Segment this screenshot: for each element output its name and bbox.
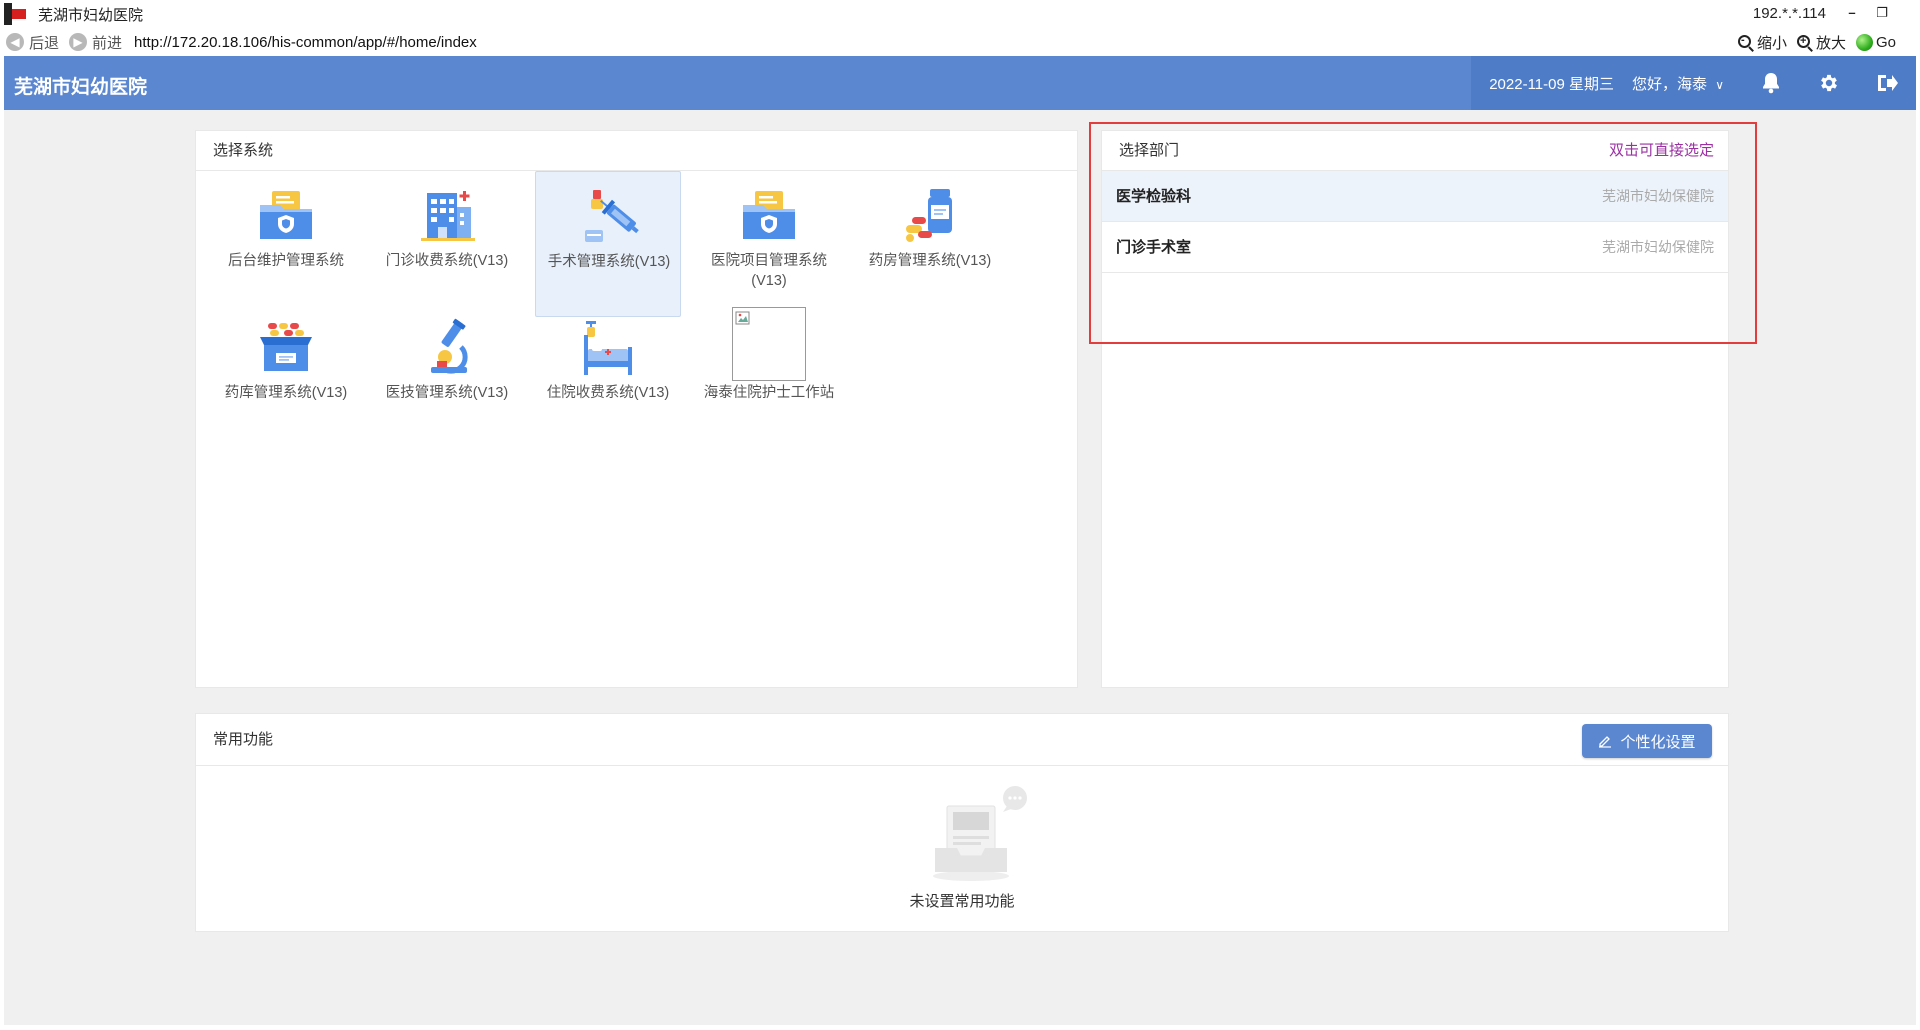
system-tile-label: 药库管理系统(V13): [224, 385, 348, 401]
system-tile-label: 药房管理系统(V13): [868, 253, 992, 269]
department-org: 芜湖市妇幼保健院: [1602, 239, 1714, 255]
system-tile-label: 门诊收费系统(V13): [385, 253, 509, 269]
logout-button[interactable]: [1858, 56, 1916, 110]
browser-nav-bar: ◀ 后退 ▶ 前进 http://172.20.18.106/his-commo…: [0, 28, 1920, 56]
system-tile-nurse-station[interactable]: 海泰住院护士工作站: [696, 303, 842, 449]
system-tile-hospital-project[interactable]: 医院项目管理系统(V13): [696, 171, 842, 317]
window-title-bar: 芜湖市妇幼医院 192.*.*.114 – ❐: [0, 0, 1920, 28]
common-functions-header: 常用功能 个性化设置: [196, 714, 1728, 766]
back-button[interactable]: ◀ 后退: [6, 32, 59, 53]
folder-shield-icon: [743, 191, 795, 239]
brand-title: 芜湖市妇幼医院: [14, 77, 148, 98]
restore-button[interactable]: ❐: [1872, 4, 1892, 22]
forward-label: 前进: [92, 34, 123, 52]
notification-button[interactable]: [1742, 56, 1800, 110]
system-tile-label: 医技管理系统(V13): [385, 385, 509, 401]
logout-icon: [1878, 75, 1898, 91]
broken-image-icon: [732, 307, 806, 381]
back-label: 后退: [29, 34, 60, 52]
system-tile-inpatient-billing[interactable]: 住院收费系统(V13): [535, 303, 681, 449]
empty-inbox-icon: [933, 786, 1027, 881]
system-panel-title: 选择系统: [196, 131, 1077, 171]
department-row[interactable]: 医学检验科 芜湖市妇幼保健院: [1102, 171, 1728, 222]
system-select-panel: 选择系统 后台维护管理系统 门诊收费系统(V13) 手术管理系统(V13) 医院…: [195, 130, 1078, 688]
window-title: 芜湖市妇幼医院: [38, 6, 144, 24]
hospital-bed-icon: [584, 321, 632, 375]
current-date: 2022-11-09 星期三: [1489, 75, 1615, 93]
medicine-box-icon: [260, 323, 312, 371]
back-arrow-icon: ◀: [6, 33, 24, 51]
department-select-panel: 选择部门 双击可直接选定 医学检验科 芜湖市妇幼保健院 门诊手术室 芜湖市妇幼保…: [1101, 130, 1729, 688]
personalize-label: 个性化设置: [1620, 733, 1696, 751]
empty-state: 未设置常用功能: [196, 766, 1728, 933]
system-tile-label: 手术管理系统(V13): [547, 254, 671, 270]
department-panel-header: 选择部门 双击可直接选定: [1102, 131, 1728, 171]
go-button[interactable]: Go: [1855, 34, 1896, 51]
zoom-out-label: 缩小: [1756, 35, 1787, 52]
window-bottom-edge: [0, 1025, 1920, 1030]
app-logo-icon: [4, 3, 26, 25]
app-header: 芜湖市妇幼医院 2022-11-09 星期三 您好，海泰 ∨: [4, 56, 1916, 110]
minimize-button[interactable]: –: [1842, 4, 1862, 22]
system-tile-pharmacy[interactable]: 药房管理系统(V13): [857, 171, 1003, 317]
system-tile-outpatient-billing[interactable]: 门诊收费系统(V13): [374, 171, 520, 317]
forward-button[interactable]: ▶ 前进: [69, 32, 122, 53]
system-tile-label: 医院项目管理系统(V13): [711, 253, 827, 289]
user-menu[interactable]: 您好，海泰 ∨: [1632, 73, 1742, 94]
bell-icon: [1763, 73, 1779, 94]
forward-arrow-icon: ▶: [69, 33, 88, 51]
address-bar[interactable]: http://172.20.18.106/his-common/app/#/ho…: [134, 34, 477, 51]
settings-button[interactable]: [1800, 56, 1858, 110]
system-tile-medical-tech[interactable]: 医技管理系统(V13): [374, 303, 520, 449]
system-tile-label: 海泰住院护士工作站: [703, 385, 835, 401]
gear-icon: [1821, 74, 1837, 92]
zoom-in-label: 放大: [1815, 35, 1846, 52]
common-functions-panel: 常用功能 个性化设置 未设置常用功能: [195, 713, 1729, 932]
zoom-in-button[interactable]: + 放大: [1796, 32, 1846, 53]
department-name: 门诊手术室: [1116, 239, 1192, 256]
user-greeting: 您好，海泰: [1632, 75, 1708, 93]
hospital-building-icon: [421, 191, 475, 241]
system-tile-drug-warehouse[interactable]: 药库管理系统(V13): [213, 303, 359, 449]
common-functions-title: 常用功能: [213, 731, 274, 748]
main-content: 选择系统 后台维护管理系统 门诊收费系统(V13) 手术管理系统(V13) 医院…: [4, 110, 1916, 1025]
department-name: 医学检验科: [1116, 188, 1192, 205]
personalize-button[interactable]: 个性化设置: [1582, 724, 1712, 758]
system-tile-backend[interactable]: 后台维护管理系统: [213, 171, 359, 317]
empty-state-text: 未设置常用功能: [909, 893, 1015, 910]
go-label: Go: [1875, 34, 1896, 51]
double-click-hint: 双击可直接选定: [1608, 142, 1714, 159]
zoom-out-icon: -: [1737, 34, 1754, 52]
folder-shield-icon: [260, 191, 312, 239]
department-row[interactable]: 门诊手术室 芜湖市妇幼保健院: [1102, 222, 1728, 273]
system-tile-label: 住院收费系统(V13): [546, 385, 670, 401]
system-tile-label: 后台维护管理系统: [228, 253, 344, 269]
syringe-icon: [585, 190, 639, 242]
microscope-icon: [431, 318, 468, 374]
zoom-in-icon: +: [1796, 34, 1813, 52]
zoom-out-button[interactable]: - 缩小: [1737, 32, 1787, 53]
go-icon: [1855, 34, 1873, 51]
system-tile-surgery[interactable]: 手术管理系统(V13): [535, 171, 681, 317]
department-panel-title: 选择部门: [1119, 142, 1180, 159]
edit-icon: [1599, 736, 1612, 748]
department-org: 芜湖市妇幼保健院: [1602, 188, 1714, 204]
medicine-bottle-icon: [906, 189, 952, 242]
ip-address: 192.*.*.114: [1752, 5, 1826, 22]
chevron-down-icon: ∨: [1715, 77, 1724, 92]
